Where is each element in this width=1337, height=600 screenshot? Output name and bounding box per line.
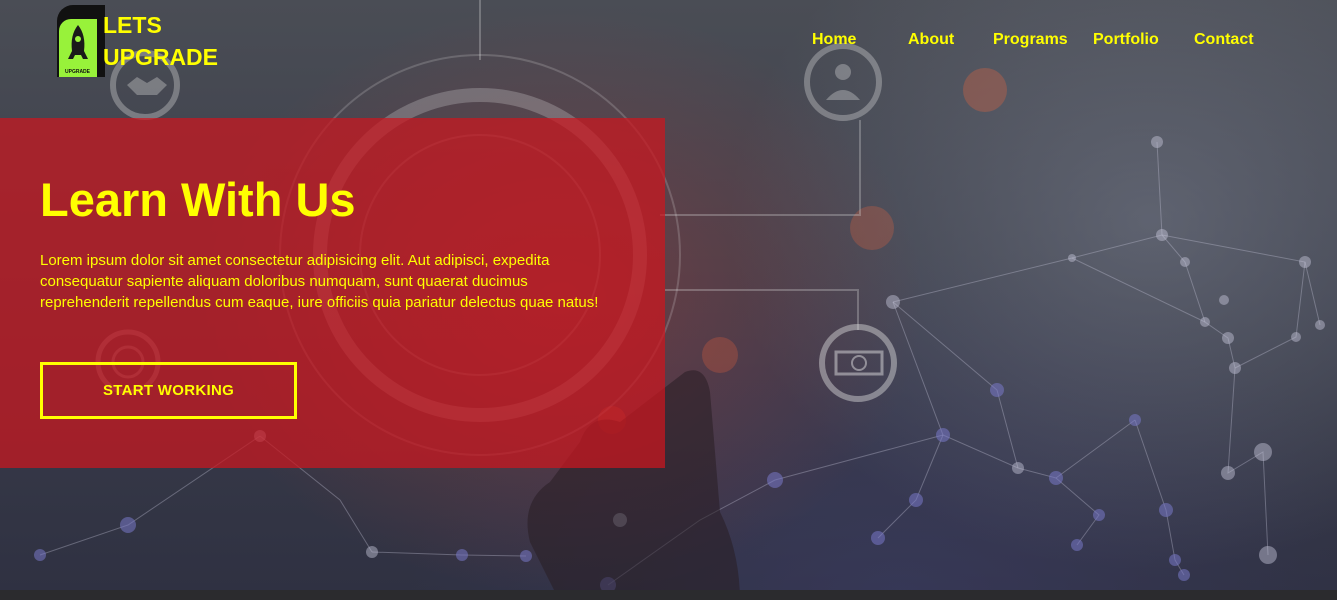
dollar-bill-icon <box>819 324 897 402</box>
main-nav: Home About Programs Portfolio Contact <box>0 31 1337 53</box>
nav-programs-link[interactable]: Programs <box>993 31 1068 49</box>
logo-badge-text: UPGRADE <box>65 69 91 75</box>
nav-portfolio-link[interactable]: Portfolio <box>1093 31 1159 49</box>
bottom-bar <box>0 590 1337 600</box>
hero-title: Learn With Us <box>40 173 356 226</box>
nav-about-link[interactable]: About <box>908 31 954 49</box>
nav-contact-link[interactable]: Contact <box>1194 31 1254 49</box>
start-working-button[interactable]: START WORKING <box>40 362 297 419</box>
hero-description: Lorem ipsum dolor sit amet consectetur a… <box>40 252 599 311</box>
businessman-icon <box>804 43 882 121</box>
hero-panel: Learn With Us Lorem ipsum dolor sit amet… <box>0 118 665 468</box>
nav-home-link[interactable]: Home <box>812 31 856 49</box>
